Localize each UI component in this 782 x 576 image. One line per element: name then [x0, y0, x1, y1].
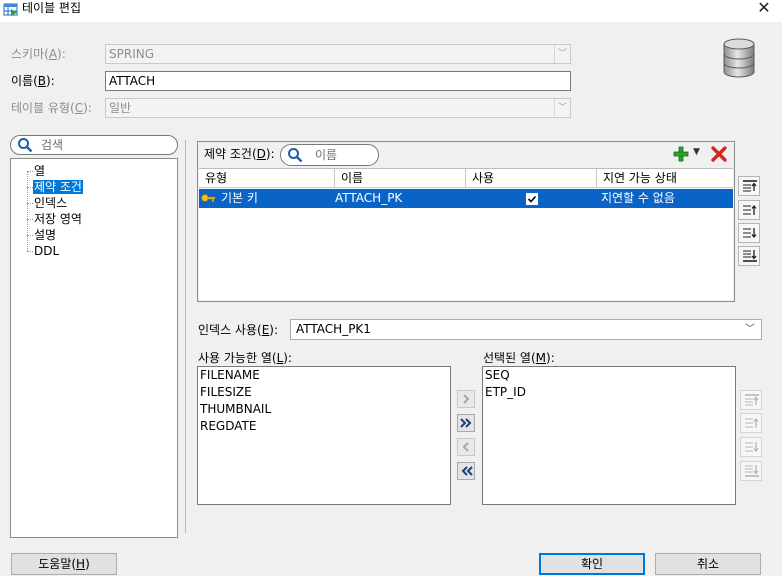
tree-line: [27, 171, 28, 251]
move-left-icon: [462, 442, 469, 452]
constraints-search-placeholder: 이름: [315, 148, 338, 162]
column-header-enabled[interactable]: 사용: [466, 169, 597, 188]
move-all-right-button[interactable]: [457, 414, 475, 432]
list-item[interactable]: ETP_ID: [485, 384, 526, 401]
list-item[interactable]: FILESIZE: [200, 384, 252, 401]
column-header-deferrable[interactable]: 지연 가능 상태: [597, 169, 733, 188]
title-bar: [0, 0, 782, 22]
table-type-select[interactable]: 일반 ﹀: [105, 98, 571, 118]
move-down-icon: [745, 442, 759, 453]
move-bottom-button[interactable]: [738, 246, 760, 266]
move-up-icon: [743, 204, 757, 215]
database-icon: [723, 38, 755, 78]
index-label: 인덱스 사용(E):: [198, 323, 279, 337]
list-item[interactable]: SEQ: [485, 367, 510, 384]
nav-item-storage[interactable]: 저장 영역: [33, 212, 83, 226]
constraints-label: 제약 조건(D):: [204, 147, 275, 161]
index-select[interactable]: ATTACH_PK1 ﹀: [290, 319, 762, 340]
move-down-button[interactable]: [740, 437, 762, 457]
ok-button[interactable]: 확인: [539, 553, 645, 575]
window-title: 테이블 편집: [22, 1, 82, 15]
list-item[interactable]: FILENAME: [200, 367, 260, 384]
selected-columns-label: 선택된 열(M):: [483, 351, 555, 365]
available-columns-list[interactable]: FILENAME FILESIZE THUMBNAIL REGDATE: [197, 366, 451, 505]
table-type-value: 일반: [109, 101, 132, 115]
chevron-down-icon: ﹀: [745, 324, 755, 335]
selected-columns-list[interactable]: SEQ ETP_ID: [482, 366, 736, 505]
constraints-search-input[interactable]: 이름: [280, 144, 379, 166]
move-up-button[interactable]: [740, 413, 762, 433]
checkmark-icon: [527, 195, 537, 203]
move-all-left-icon: [461, 466, 473, 476]
row-name: ATTACH_PK: [335, 191, 403, 205]
nav-item-indexes[interactable]: 인덱스: [33, 196, 68, 210]
enabled-checkbox[interactable]: [526, 193, 538, 205]
schema-value: SPRING: [109, 47, 155, 61]
move-down-button[interactable]: [738, 223, 760, 243]
move-right-icon: [463, 394, 470, 404]
splitter[interactable]: [185, 140, 186, 533]
nav-item-ddl[interactable]: DDL: [33, 244, 60, 258]
chevron-down-icon: ﹀: [554, 45, 570, 63]
move-up-button[interactable]: [738, 200, 760, 220]
row-type: 기본 키: [221, 191, 258, 205]
index-value: ATTACH_PK1: [296, 322, 371, 336]
column-header-type[interactable]: 유형: [199, 169, 335, 188]
primary-key-icon: [200, 193, 216, 203]
help-button[interactable]: 도움말(H): [11, 553, 117, 575]
nav-item-constraints[interactable]: 제약 조건: [33, 180, 83, 194]
move-top-icon: [743, 180, 757, 192]
add-icon[interactable]: [673, 146, 689, 162]
move-all-right-icon: [460, 418, 472, 428]
nav-item-comment[interactable]: 설명: [33, 228, 57, 242]
table-edit-icon: [3, 3, 18, 16]
nav-panel: 열 제약 조건 인덱스 저장 영역 설명 DDL: [10, 158, 178, 538]
schema-select[interactable]: SPRING ﹀: [105, 44, 571, 64]
move-top-button[interactable]: [738, 176, 760, 196]
move-top-icon: [745, 394, 759, 406]
move-top-button[interactable]: [740, 390, 762, 410]
search-icon: [18, 138, 33, 153]
move-up-icon: [745, 417, 759, 428]
delete-icon[interactable]: [710, 145, 728, 163]
move-left-button[interactable]: [457, 438, 475, 456]
move-right-button[interactable]: [457, 390, 475, 408]
nav-search-input[interactable]: 검색: [10, 135, 178, 155]
available-columns-label: 사용 가능한 열(L):: [198, 351, 292, 365]
table-type-label: 테이블 유형(C):: [11, 101, 92, 115]
close-icon[interactable]: ✕: [752, 0, 776, 19]
name-label: 이름(B):: [11, 74, 55, 88]
list-item[interactable]: THUMBNAIL: [200, 401, 271, 418]
move-down-icon: [743, 228, 757, 239]
constraints-table: 유형 이름 사용 지연 가능 상태 기본 키 ATTACH_PK 지연할 수 없…: [199, 168, 733, 300]
cancel-button[interactable]: 취소: [655, 553, 761, 575]
move-bottom-icon: [743, 250, 757, 262]
chevron-down-icon: ﹀: [554, 99, 570, 117]
nav-search-placeholder: 검색: [41, 138, 64, 152]
table-name-input[interactable]: ATTACH: [105, 71, 571, 91]
move-all-left-button[interactable]: [457, 462, 475, 480]
schema-label: 스키마(A):: [11, 47, 66, 61]
move-bottom-button[interactable]: [740, 461, 762, 481]
dropdown-arrow-icon[interactable]: ▼: [693, 147, 700, 157]
move-bottom-icon: [745, 465, 759, 477]
nav-item-columns[interactable]: 열: [33, 164, 46, 178]
list-item[interactable]: REGDATE: [200, 418, 256, 435]
row-deferrable: 지연할 수 없음: [601, 191, 675, 205]
column-header-name[interactable]: 이름: [335, 169, 466, 188]
search-icon: [288, 148, 303, 163]
